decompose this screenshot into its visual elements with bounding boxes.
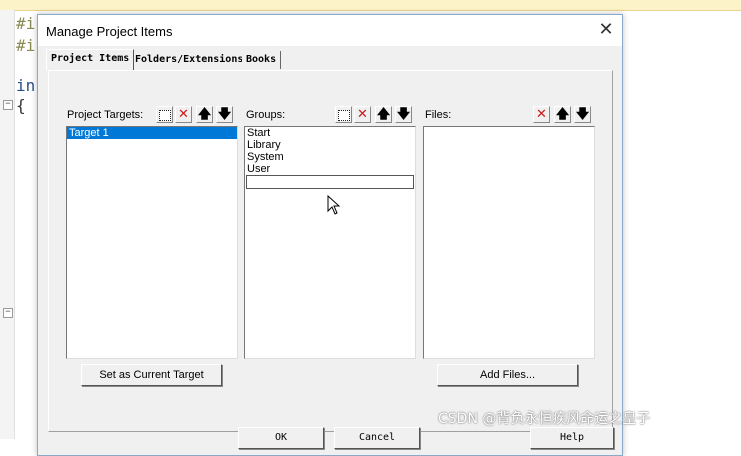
delete-target-button[interactable]: ✕: [175, 106, 192, 123]
move-group-up-button[interactable]: 🡅: [375, 106, 392, 123]
project-items-panel: Project Targets: ✕ 🡅 🡇 Target 1 Groups: …: [48, 70, 613, 432]
list-item[interactable]: Library: [245, 139, 415, 151]
manage-project-items-dialog: Manage Project Items ✕ Project Items Fol…: [37, 14, 623, 456]
targets-header: Project Targets: ✕ 🡅 🡇: [65, 106, 237, 124]
targets-list[interactable]: Target 1: [66, 126, 238, 359]
editor-top-bar: [0, 0, 741, 11]
set-current-target-button[interactable]: Set as Current Target: [81, 364, 222, 386]
group-name-input[interactable]: [246, 175, 414, 189]
code-line: #i: [16, 36, 36, 55]
targets-label: Project Targets:: [67, 109, 144, 121]
files-header: Files: ✕ 🡅 🡇: [423, 106, 595, 124]
move-group-down-button[interactable]: 🡇: [395, 106, 412, 123]
list-item[interactable]: System: [245, 151, 415, 163]
close-icon[interactable]: ✕: [594, 19, 618, 41]
code-line: in: [16, 76, 36, 95]
move-file-up-button[interactable]: 🡅: [554, 106, 571, 123]
fold-icon[interactable]: −: [3, 100, 13, 110]
fold-icon[interactable]: −: [3, 308, 13, 318]
add-files-button[interactable]: Add Files...: [437, 364, 578, 386]
dialog-titlebar[interactable]: Manage Project Items ✕: [38, 15, 622, 46]
groups-list[interactable]: Start Library System User: [244, 126, 416, 359]
ok-button[interactable]: OK: [238, 427, 324, 449]
dialog-title: Manage Project Items: [46, 24, 173, 39]
move-file-down-button[interactable]: 🡇: [574, 106, 591, 123]
code-line: #i: [16, 14, 36, 33]
watermark: CSDN @背负永恒疾风命运之皇子: [438, 411, 651, 427]
new-target-button[interactable]: [156, 106, 173, 123]
cancel-button[interactable]: Cancel: [334, 427, 420, 449]
delete-group-button[interactable]: ✕: [354, 106, 371, 123]
editor-gutter: − −: [0, 10, 15, 439]
list-item[interactable]: Start: [245, 127, 415, 139]
move-target-down-button[interactable]: 🡇: [216, 106, 233, 123]
new-group-button[interactable]: [335, 106, 352, 123]
list-item[interactable]: User: [245, 163, 415, 175]
help-button[interactable]: Help: [530, 427, 614, 449]
code-line: {: [16, 96, 26, 115]
move-target-up-button[interactable]: 🡅: [196, 106, 213, 123]
groups-label: Groups:: [246, 109, 286, 121]
new-item-icon: [337, 110, 350, 121]
files-label: Files:: [425, 109, 452, 121]
tab-folders-extensions[interactable]: Folders/Extensions: [131, 51, 249, 69]
files-list[interactable]: [423, 126, 595, 359]
list-item[interactable]: Target 1: [67, 127, 237, 139]
tab-books[interactable]: Books: [242, 51, 282, 69]
new-item-icon: [158, 110, 171, 121]
tab-project-items[interactable]: Project Items: [46, 49, 135, 70]
mouse-cursor-icon: [327, 195, 341, 215]
groups-header: Groups: ✕ 🡅 🡇: [244, 106, 416, 124]
delete-file-button[interactable]: ✕: [533, 106, 550, 123]
